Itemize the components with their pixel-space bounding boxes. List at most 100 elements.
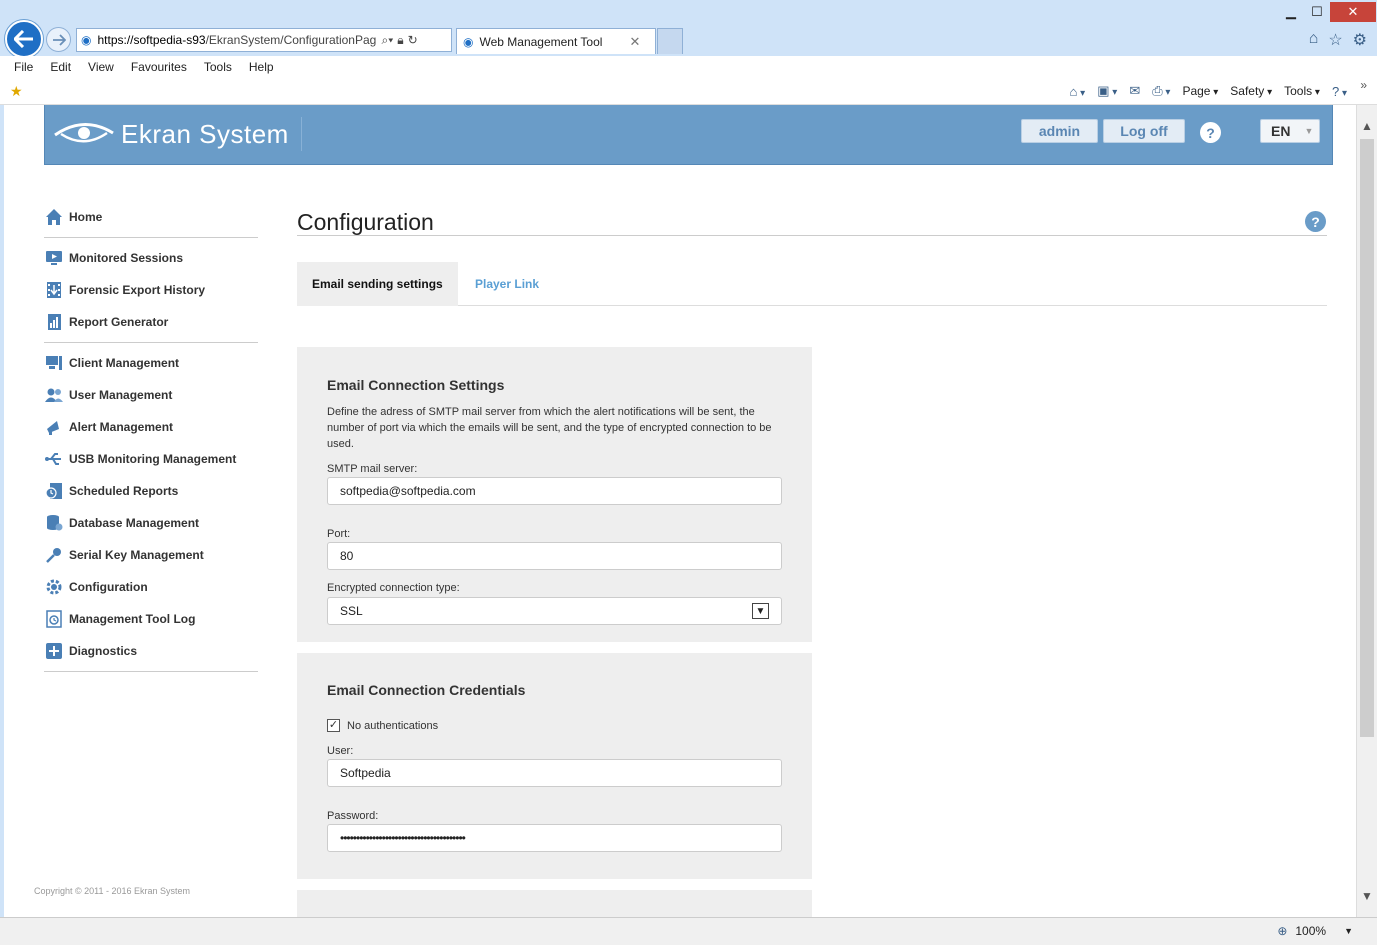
safety-menu[interactable]: Safety (1230, 84, 1272, 98)
menu-file[interactable]: File (14, 60, 33, 74)
page-menu[interactable]: Page (1182, 84, 1218, 98)
home-icon[interactable]: ⌂ (1309, 30, 1319, 50)
scroll-down-icon[interactable]: ▼ (1361, 889, 1373, 903)
sidebar-divider (44, 671, 258, 672)
sidebar-item-serial-key-management[interactable]: Serial Key Management (44, 539, 258, 571)
section-description: Define the adress of SMTP mail server fr… (327, 406, 772, 450)
diagnostics-icon (44, 641, 64, 661)
vertical-scrollbar[interactable]: ▲ ▼ (1356, 105, 1377, 917)
home-icon[interactable]: ⌂ (1070, 84, 1086, 99)
next-settings-panel (297, 890, 812, 917)
menu-favourites[interactable]: Favourites (131, 60, 187, 74)
user-label: User: (327, 745, 354, 757)
sidebar-divider (44, 237, 258, 238)
menu-help[interactable]: Help (249, 60, 274, 74)
language-value: EN (1271, 123, 1291, 139)
sidebar-item-forensic-export[interactable]: Forensic Export History (44, 274, 258, 306)
menu-bar: File Edit View Favourites Tools Help (0, 56, 1377, 78)
sidebar-item-label: Configuration (69, 580, 148, 594)
eye-logo-icon (54, 123, 114, 143)
users-icon (44, 385, 64, 405)
port-input[interactable]: 80 (327, 542, 782, 570)
clock-report-icon (44, 481, 64, 501)
tab-email-sending-settings[interactable]: Email sending settings (297, 262, 458, 306)
checkmark-icon: ✓ (327, 719, 340, 732)
key-icon (44, 545, 64, 565)
computer-icon (44, 353, 64, 373)
arrow-left-icon (14, 30, 33, 48)
browser-tab[interactable]: ◉ Web Management Tool ✕ (456, 28, 656, 54)
gear-icon[interactable]: ⚙ (1353, 30, 1367, 50)
sidebar-item-user-management[interactable]: User Management (44, 379, 258, 411)
scrollbar-thumb[interactable] (1360, 139, 1374, 737)
mail-icon[interactable]: ✉ (1129, 83, 1140, 99)
sidebar-item-alert-management[interactable]: Alert Management (44, 411, 258, 443)
star-icon[interactable]: ☆ (1328, 30, 1342, 50)
close-tab-icon[interactable]: ✕ (629, 34, 640, 50)
menu-view[interactable]: View (88, 60, 114, 74)
command-bar: ★ ⌂ ▣ ✉ ⎙ Page Safety Tools ? » (0, 78, 1377, 105)
menu-tools[interactable]: Tools (204, 60, 232, 74)
sidebar-item-management-tool-log[interactable]: Management Tool Log (44, 603, 258, 635)
help-icon[interactable]: ? (1332, 84, 1347, 99)
scroll-up-icon[interactable]: ▲ (1361, 119, 1373, 133)
smtp-label: SMTP mail server: (327, 463, 418, 475)
tab-title: Web Management Tool (479, 34, 603, 49)
sidebar-item-label: Alert Management (69, 420, 174, 434)
email-connection-credentials-panel: Email Connection Credentials ✓ No authen… (297, 653, 812, 879)
refresh-icon[interactable]: ↻ (408, 33, 418, 47)
address-bar[interactable]: ◉ https://softpedia-s93/EkranSystem/Conf… (76, 28, 452, 52)
no-auth-checkbox[interactable]: ✓ No authentications (327, 719, 438, 732)
zoom-icon: ⊕ (1277, 924, 1288, 938)
page-help-icon[interactable]: ? (1305, 211, 1326, 232)
forward-button[interactable] (46, 27, 71, 52)
database-icon (44, 513, 64, 533)
sidebar-item-label: Serial Key Management (69, 548, 204, 562)
sidebar-item-report-generator[interactable]: Report Generator (44, 306, 258, 338)
sidebar-item-label: Management Tool Log (69, 612, 196, 626)
app-header: Ekran System admin Log off ? EN ▼ (44, 105, 1333, 165)
sidebar-item-label: User Management (69, 388, 173, 402)
chevron-down-icon: ▼ (1304, 126, 1314, 136)
sidebar-item-usb-monitoring[interactable]: USB Monitoring Management (44, 443, 258, 475)
film-export-icon (44, 280, 64, 300)
brand-name: Ekran System (121, 118, 289, 149)
password-input[interactable]: ••••••••••••••••••••••••••••••••••••••• (327, 824, 782, 852)
admin-button[interactable]: admin (1021, 119, 1098, 143)
tools-menu[interactable]: Tools (1284, 84, 1320, 98)
smtp-input[interactable]: softpedia@softpedia.com (327, 477, 782, 505)
email-connection-settings-panel: Email Connection Settings Define the adr… (297, 347, 812, 642)
print-icon[interactable]: ⎙ (1152, 83, 1170, 99)
home-icon (44, 207, 64, 227)
maximize-button[interactable]: ☐ (1302, 2, 1332, 22)
tab-player-link[interactable]: Player Link (475, 277, 539, 291)
sidebar-item-home[interactable]: Home (44, 201, 258, 233)
sidebar-item-scheduled-reports[interactable]: Scheduled Reports (44, 475, 258, 507)
sidebar-item-monitored-sessions[interactable]: Monitored Sessions (44, 242, 258, 274)
user-input[interactable]: Softpedia (327, 759, 782, 787)
search-icon[interactable]: ⌕▾ (381, 33, 393, 48)
sidebar-item-diagnostics[interactable]: Diagnostics (44, 635, 258, 667)
ie-page-icon: ◉ (81, 33, 92, 47)
new-tab-button[interactable] (657, 28, 683, 54)
sidebar-item-configuration[interactable]: Configuration (44, 571, 258, 603)
logo[interactable]: Ekran System (53, 117, 302, 151)
lock-icon[interactable]: 🔒︎ (397, 33, 403, 48)
language-select[interactable]: EN ▼ (1260, 119, 1320, 143)
sidebar-item-database-management[interactable]: Database Management (44, 507, 258, 539)
logoff-button[interactable]: Log off (1103, 119, 1185, 143)
menu-edit[interactable]: Edit (50, 60, 71, 74)
sidebar-nav: Home Monitored Sessions Forensic Export … (44, 201, 258, 676)
section-heading: Email Connection Credentials (327, 682, 526, 698)
gear-icon (44, 577, 64, 597)
zoom-control[interactable]: ⊕ 100% ▼ (1277, 924, 1353, 938)
config-tabs: Email sending settings Player Link (297, 262, 1327, 306)
chevron-more-icon[interactable]: » (1360, 78, 1367, 92)
encryption-select[interactable]: SSL ▼ (327, 597, 782, 625)
header-help-icon[interactable]: ? (1200, 122, 1221, 143)
close-window-button[interactable]: ✕ (1330, 2, 1376, 22)
rss-feed-icon[interactable]: ▣ (1097, 83, 1117, 99)
sidebar-item-client-management[interactable]: Client Management (44, 347, 258, 379)
back-button[interactable] (5, 20, 43, 58)
favorites-star-icon[interactable]: ★ (10, 83, 23, 100)
